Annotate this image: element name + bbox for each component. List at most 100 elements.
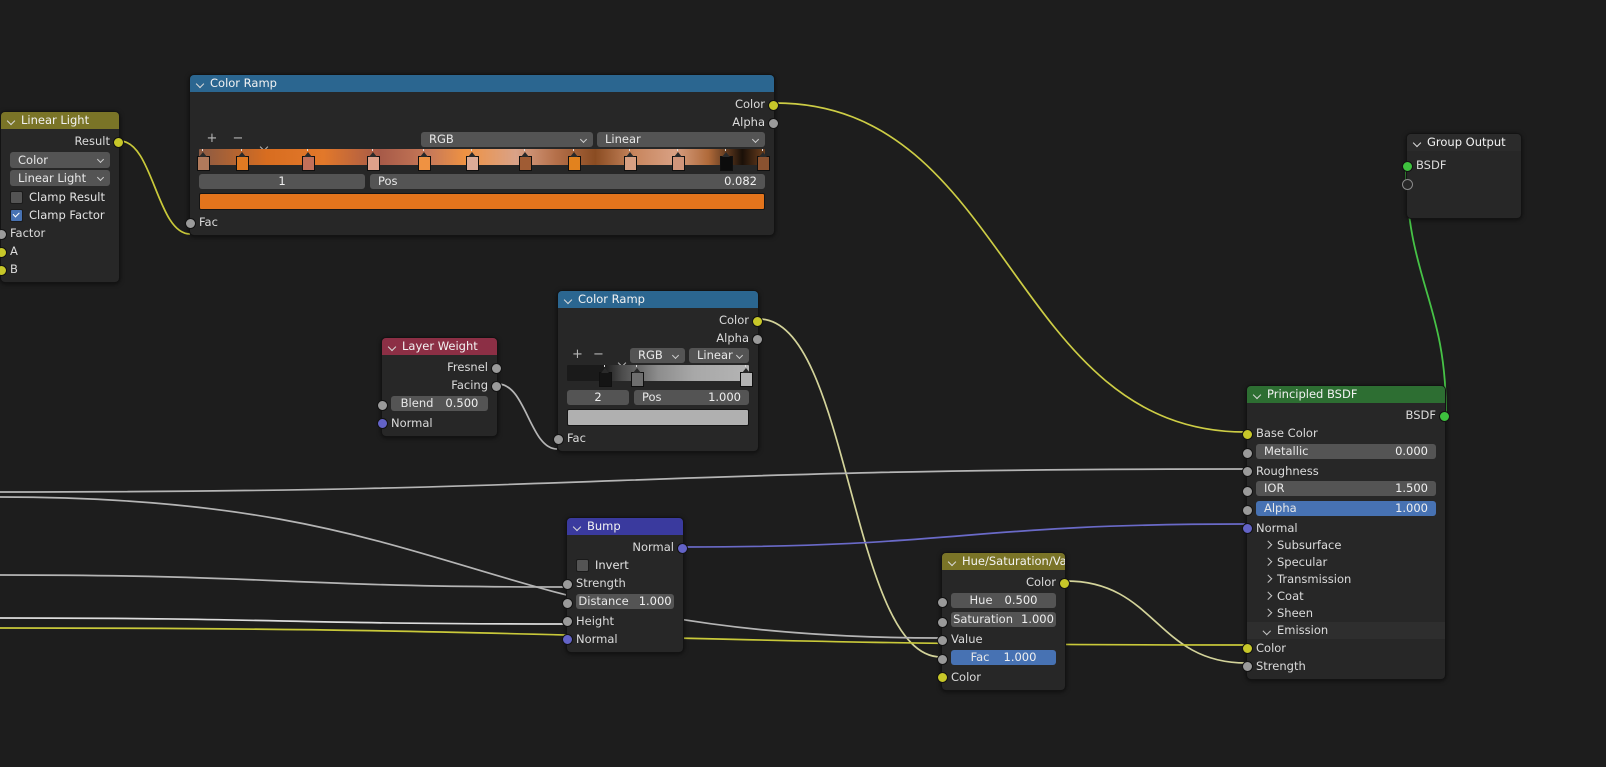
ramp-stop-knob[interactable] [740,368,754,387]
socket-out-facing[interactable] [491,380,502,392]
checkbox-clamp-result[interactable] [10,190,23,204]
socket-in-value[interactable] [937,634,948,646]
chevron-down-icon[interactable] [564,295,573,304]
socket-in-emission-color[interactable] [1242,643,1253,654]
ramp-stop-knob[interactable] [519,152,533,171]
socket-in-hsv-color[interactable] [937,672,948,683]
node-header-group-output[interactable]: Group Output [1407,134,1521,151]
add-stop-button[interactable]: + [567,347,588,363]
chevron-down-icon[interactable] [573,522,582,531]
socket-in-fac-2[interactable] [553,433,564,445]
checkbox-row-clamp-factor[interactable]: Clamp Factor [1,206,119,224]
ramp-stop-handle[interactable] [519,149,533,171]
socket-out-alpha[interactable] [768,117,779,129]
node-group-output[interactable]: Group Output BSDF [1402,133,1522,219]
checkbox-row-invert[interactable]: Invert [567,556,683,574]
field-ior[interactable]: IOR 1.500 [1256,481,1436,496]
field-fac-hsv[interactable]: Fac 1.000 [951,649,1056,665]
node-linear-light[interactable]: Linear Light Result Color Linear Light C… [0,111,124,283]
dropdown-interpolation-2[interactable]: Linear [689,347,749,363]
panel-subsurface[interactable]: Subsurface [1247,537,1445,554]
dropdown-data-type[interactable]: Color [10,152,110,168]
socket-in-a[interactable] [0,246,7,258]
ramp-stop-handle[interactable] [624,149,638,171]
field-saturation[interactable]: Saturation 1.000 [951,612,1056,627]
panel-transmission[interactable]: Transmission [1247,571,1445,588]
panel-specular[interactable]: Specular [1247,554,1445,571]
socket-in-bump-normal[interactable] [562,634,573,645]
socket-in-factor[interactable] [0,228,7,240]
chevron-down-icon[interactable] [1253,390,1262,399]
node-header-bump[interactable]: Bump [567,518,683,535]
ramp-stop-knob[interactable] [465,152,479,171]
color-ramp-gradient-1[interactable] [196,149,771,171]
ramp-color-swatch-1[interactable] [199,193,765,210]
remove-stop-button[interactable]: − [225,131,251,147]
socket-in-fac[interactable] [185,217,196,229]
ramp-index-field-2[interactable]: 2 [567,390,629,405]
socket-in-height[interactable] [562,616,573,627]
dropdown-interpolation-1[interactable]: Linear [597,131,765,147]
ramp-stop-knob[interactable] [366,152,380,171]
chevron-down-icon[interactable] [7,116,16,125]
ramp-stop-knob[interactable] [301,152,315,171]
ramp-stop-knob[interactable] [236,152,250,171]
field-distance[interactable]: Distance 1.000 [576,593,674,609]
socket-out-color-2[interactable] [752,315,763,327]
ramp-stop-handle[interactable] [196,149,210,171]
ramp-stop-handle[interactable] [236,149,250,171]
socket-in-b[interactable] [0,264,7,276]
socket-out-bump-normal[interactable] [677,542,688,554]
socket-in-ior[interactable] [1242,485,1253,497]
chevron-down-icon[interactable] [948,557,957,566]
remove-stop-button[interactable]: − [588,347,609,363]
socket-in-hue[interactable] [937,597,948,608]
ramp-stop-handle[interactable] [567,149,581,171]
socket-in-roughness[interactable] [1242,466,1253,477]
panel-emission[interactable]: Emission [1247,621,1445,639]
panel-coat[interactable]: Coat [1247,588,1445,605]
node-color-ramp-1[interactable]: Color Ramp Color Alpha + − RGB Linear 1 … [185,74,779,236]
field-alpha[interactable]: Alpha 1.000 [1256,500,1436,516]
socket-in-emission-strength[interactable] [1242,661,1253,672]
ramp-pos-field-2[interactable]: Pos 1.000 [634,390,749,405]
ramp-color-swatch-2[interactable] [567,409,749,426]
field-hue[interactable]: Hue 0.500 [951,592,1056,608]
node-header-color-ramp-1[interactable]: Color Ramp [190,75,774,92]
socket-in-group-bsdf[interactable] [1402,160,1413,172]
node-header-layer-weight[interactable]: Layer Weight [382,338,497,355]
ramp-stop-knob[interactable] [757,152,771,171]
node-hue-saturation-value[interactable]: Hue/Saturation/Value Color Hue 0.500 Sat… [937,552,1070,691]
ramp-stop-knob[interactable] [417,152,431,171]
ramp-stop-handle[interactable] [599,365,613,387]
ramp-stop-handle[interactable] [301,149,315,171]
add-stop-button[interactable]: + [199,131,225,147]
panel-sheen[interactable]: Sheen [1247,605,1445,622]
node-header-principled-bsdf[interactable]: Principled BSDF [1247,386,1445,403]
ramp-stop-handle[interactable] [757,149,771,171]
ramp-index-field-1[interactable]: 1 [199,174,365,189]
node-color-ramp-2[interactable]: Color Ramp Color Alpha + − RGB Linear 2 … [553,290,763,452]
node-header-linear-light[interactable]: Linear Light [1,112,119,129]
ramp-stop-knob[interactable] [672,152,686,171]
socket-in-strength[interactable] [562,578,573,590]
dropdown-color-mode-2[interactable]: RGB [630,347,685,363]
node-layer-weight[interactable]: Layer Weight Fresnel Facing Blend 0.500 … [377,337,502,437]
socket-out-alpha-2[interactable] [752,333,763,345]
ramp-stop-handle[interactable] [417,149,431,171]
socket-out-hsv-color[interactable] [1059,577,1070,589]
ramp-stop-knob[interactable] [196,152,210,171]
socket-in-group-empty[interactable] [1402,178,1413,190]
socket-in-blend[interactable] [377,400,388,411]
ramp-stop-handle[interactable] [740,365,754,387]
chevron-down-icon[interactable] [196,79,205,88]
ramp-stop-knob[interactable] [720,152,734,171]
dropdown-blend-mode[interactable]: Linear Light [10,170,110,186]
node-bump[interactable]: Bump Normal Invert Strength Distance 1.0… [562,517,688,653]
ramp-stop-handle[interactable] [366,149,380,171]
socket-out-bsdf[interactable] [1439,410,1450,422]
socket-out-result[interactable] [113,136,124,148]
ramp-stop-knob[interactable] [567,152,581,171]
node-header-color-ramp-2[interactable]: Color Ramp [558,291,758,308]
socket-in-metallic[interactable] [1242,448,1253,459]
